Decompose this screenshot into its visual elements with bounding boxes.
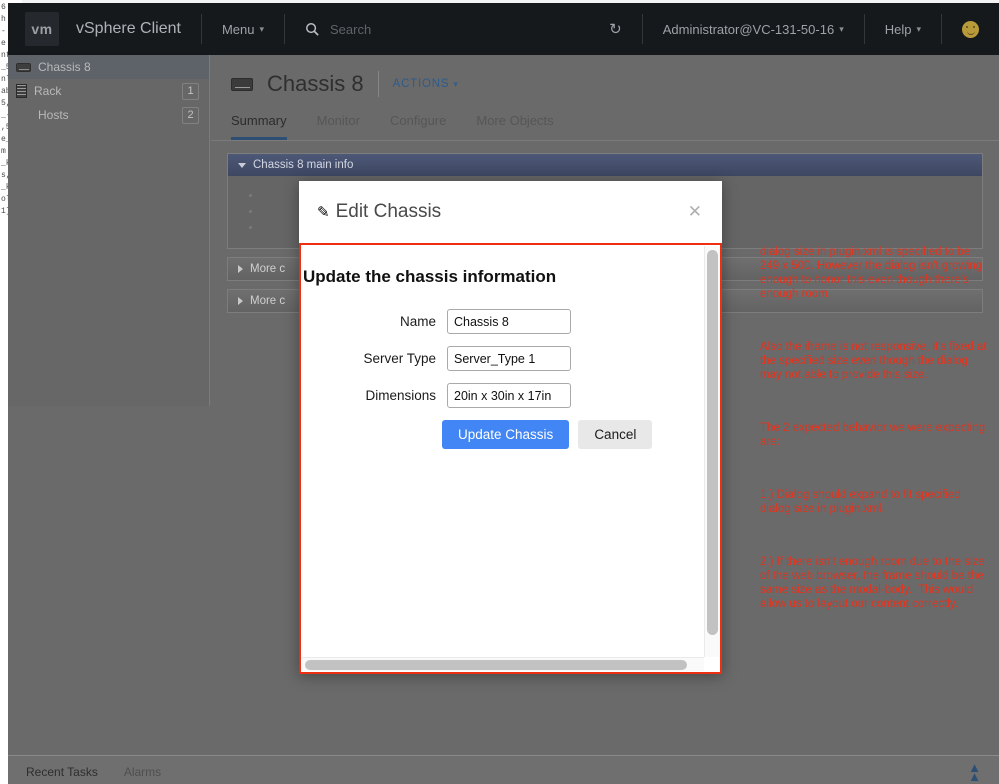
- cancel-button[interactable]: Cancel: [578, 420, 653, 449]
- help-menu[interactable]: Help ▾: [885, 22, 921, 37]
- top-navigation-bar: vm vSphere Client Menu ▾ Search ↻ Admini…: [8, 3, 999, 55]
- sidebar-item-rack[interactable]: Rack 1: [8, 79, 209, 103]
- sidebar-item-hosts[interactable]: Hosts 2: [8, 103, 209, 127]
- search-input[interactable]: Search: [330, 22, 371, 37]
- sidebar-item-chassis-8[interactable]: Chassis 8: [8, 55, 209, 79]
- iframe-viewport: Update the chassis information Name Serv…: [301, 245, 704, 658]
- chassis-icon: [16, 62, 31, 72]
- actions-label: ACTIONS: [392, 78, 450, 90]
- server-type-label: Server Type: [363, 351, 436, 366]
- page-header: Chassis 8 ACTIONS ▾: [211, 55, 999, 97]
- iframe-vertical-scrollbar[interactable]: [704, 246, 719, 657]
- edit-chassis-dialog: ✎ Edit Chassis ✕ Update the chassis info…: [299, 181, 722, 674]
- update-chassis-button[interactable]: Update Chassis: [442, 420, 570, 449]
- menu-button[interactable]: Menu ▾: [222, 22, 264, 37]
- content-tabs: Summary Monitor Configure More Objects: [211, 97, 999, 141]
- refresh-icon[interactable]: ↻: [609, 20, 622, 38]
- name-label: Name: [399, 314, 436, 329]
- header-divider: [377, 71, 379, 97]
- product-brand-title: vSphere Client: [76, 20, 181, 37]
- panel-header[interactable]: Chassis 8 main info: [228, 154, 982, 176]
- chevron-down-icon: ▾: [839, 23, 844, 34]
- chevron-down-icon: [238, 162, 246, 168]
- recent-tasks-tab[interactable]: Recent Tasks: [26, 765, 98, 779]
- form-row-name: Name: [301, 309, 704, 334]
- dimensions-label: Dimensions: [365, 388, 436, 403]
- alarms-tab[interactable]: Alarms: [124, 765, 161, 779]
- iframe-content: Update the chassis information Name Serv…: [301, 245, 704, 449]
- panel-title: More c: [250, 263, 286, 275]
- user-menu[interactable]: Administrator@VC-131-50-16 ▾: [663, 22, 844, 37]
- form-button-row: Update Chassis Cancel: [301, 420, 704, 449]
- chevron-right-icon: [238, 297, 243, 305]
- sidebar-item-label: Hosts: [38, 108, 69, 122]
- rack-icon: [16, 84, 27, 98]
- dimensions-field[interactable]: [447, 383, 571, 408]
- menu-label: Menu: [221, 21, 255, 37]
- annotation-paragraph: 1.) Dialog should expand to fit specifie…: [760, 489, 964, 515]
- scrollbar-thumb[interactable]: [707, 250, 718, 635]
- form-heading: Update the chassis information: [303, 267, 557, 286]
- chassis-icon: [231, 77, 253, 91]
- page-title: Chassis 8: [267, 71, 364, 96]
- nav-divider: [941, 14, 942, 44]
- annotation-paragraph: dialog size in plugin.xml is specified t…: [760, 246, 986, 300]
- scrollbar-thumb[interactable]: [305, 660, 687, 670]
- navigation-sidebar: Chassis 8 Rack 1 Hosts 2: [8, 55, 210, 406]
- nav-divider: [863, 14, 865, 44]
- vmware-logo[interactable]: vm: [25, 12, 59, 46]
- browser-window: vm vSphere Client Menu ▾ Search ↻ Admini…: [8, 3, 999, 784]
- chevron-down-icon: ▾: [453, 78, 459, 89]
- double-chevron-up-icon[interactable]: ▲ ▲: [968, 761, 981, 783]
- search-icon: [306, 22, 319, 36]
- bottom-taskbar: Recent Tasks Alarms ▲ ▲: [8, 755, 999, 784]
- nav-divider: [284, 14, 286, 44]
- panel-title: Chassis 8 main info: [253, 159, 354, 171]
- tab-summary[interactable]: Summary: [231, 113, 287, 140]
- user-name-label: Administrator@VC-131-50-16: [662, 21, 835, 37]
- help-label: Help: [884, 21, 912, 37]
- annotation-paragraph: The 2 expected behavior we were expectin…: [760, 422, 989, 448]
- form-row-server-type: Server Type: [301, 346, 704, 371]
- pencil-icon: ✎: [317, 204, 330, 221]
- dialog-title: Edit Chassis: [335, 201, 442, 222]
- sidebar-item-count: 1: [182, 82, 199, 100]
- chevron-down-icon: ▾: [916, 23, 921, 34]
- sidebar-item-count: 2: [182, 106, 199, 124]
- chevron-right-icon: [238, 265, 243, 273]
- form-row-dimensions: Dimensions: [301, 383, 704, 408]
- nav-divider: [641, 14, 643, 44]
- smiley-face-icon[interactable]: [962, 20, 979, 38]
- dialog-iframe: Update the chassis information Name Serv…: [299, 243, 722, 674]
- nav-divider: [200, 14, 202, 44]
- iframe-horizontal-scrollbar[interactable]: [302, 657, 704, 671]
- tab-monitor[interactable]: Monitor: [317, 113, 360, 140]
- dialog-header: ✎ Edit Chassis ✕: [299, 181, 722, 243]
- sidebar-item-label: Chassis 8: [38, 60, 91, 74]
- name-field[interactable]: [447, 309, 571, 334]
- chevron-down-icon: ▾: [259, 23, 265, 34]
- global-search[interactable]: Search: [305, 22, 371, 37]
- close-icon[interactable]: ✕: [684, 202, 706, 222]
- edit-chassis-form: Name Server Type Dimensions Update: [301, 309, 704, 449]
- annotation-paragraph: Also the iframe is not responsive, it's …: [760, 341, 990, 381]
- actions-menu-button[interactable]: ACTIONS ▾: [393, 78, 459, 90]
- annotation-paragraph: 2.) If there isn't enough room due to th…: [760, 556, 988, 610]
- server-type-field[interactable]: [447, 346, 571, 371]
- panel-title: More c: [250, 295, 286, 307]
- tab-more-objects[interactable]: More Objects: [476, 113, 553, 140]
- annotation-overlay: dialog size in plugin.xml is specified t…: [760, 217, 992, 650]
- sidebar-item-label: Rack: [34, 84, 62, 98]
- tab-configure[interactable]: Configure: [390, 113, 446, 140]
